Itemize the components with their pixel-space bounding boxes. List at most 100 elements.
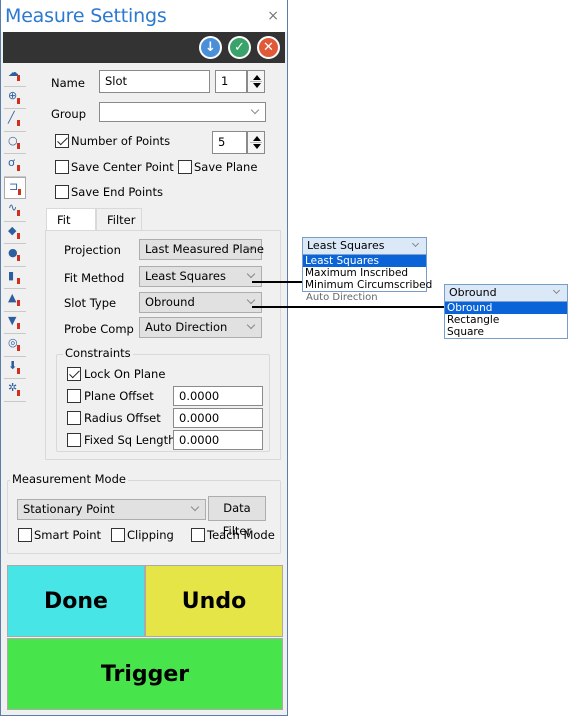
undo-label: Undo <box>181 588 247 614</box>
fixed-sq-length-input[interactable]: 0.0000 <box>173 430 263 450</box>
fit-method-popup-selected[interactable]: Least Squares <box>303 238 426 255</box>
sidebar-item-torus[interactable]: ◎ <box>4 334 26 357</box>
curve-icon: ∿ <box>8 201 18 214</box>
smart-point-checkbox[interactable] <box>18 528 32 542</box>
red-arrow-icon <box>17 345 20 351</box>
red-arrow-icon <box>17 390 20 396</box>
title-bar: Measure Settings × <box>1 0 287 32</box>
sidebar-item-polygon[interactable]: ✲ <box>4 379 26 402</box>
undo-button[interactable]: Undo <box>145 565 283 637</box>
fixed-sq-length-label: Fixed Sq Length <box>84 433 176 447</box>
measure-settings-window: Measure Settings × ↓ ✓ ✕ ☁ ⊕ ╱ ○ ơ ⊐ ∿ ◆ ● ▮ ▲ ▼ ◎ ⬇ ✲… <box>0 0 288 716</box>
probe-comp-label: Probe Comp <box>64 322 134 336</box>
edge-point-icon: ⬇ <box>8 358 18 372</box>
lock-on-plane-label: Lock On Plane <box>84 367 166 381</box>
red-arrow-icon <box>17 367 20 374</box>
slot-type-dropdown[interactable]: Obround <box>139 292 262 313</box>
sidebar-item-line[interactable]: ╱ <box>4 109 26 132</box>
measurement-mode-value: Stationary Point <box>23 502 115 516</box>
data-filter-button[interactable]: Data Filter <box>208 496 266 538</box>
slot-type-dropdown-popup: Obround Obround Rectangle Square <box>444 284 568 339</box>
slot-type-popup-selected[interactable]: Obround <box>445 285 567 302</box>
save-end-points-checkbox[interactable] <box>55 185 69 199</box>
sidebar-item-slot[interactable]: ⊐ <box>4 176 26 199</box>
group-dropdown[interactable] <box>99 102 266 122</box>
fixed-sq-length-checkbox[interactable] <box>67 433 81 447</box>
plane-offset-input[interactable]: 0.0000 <box>173 386 263 406</box>
feature-type-sidebar: ☁ ⊕ ╱ ○ ơ ⊐ ∿ ◆ ● ▮ ▲ ▼ ◎ ⬇ ✲ <box>4 64 26 402</box>
name-index-input[interactable]: 1 <box>215 70 247 93</box>
sidebar-item-flat-cone[interactable]: ▼ <box>4 312 26 334</box>
tab-fit-label: Fit <box>57 213 71 227</box>
download-button[interactable]: ↓ <box>199 36 222 59</box>
sidebar-item-point[interactable]: ⊕ <box>4 87 26 109</box>
measurement-mode-group: Measurement Mode Stationary Point Data F… <box>7 472 281 554</box>
number-of-points-label: Number of Points <box>71 134 171 148</box>
radius-offset-input[interactable]: 0.0000 <box>173 408 263 428</box>
red-arrow-icon <box>17 210 20 216</box>
accept-button[interactable]: ✓ <box>228 36 251 59</box>
radius-offset-checkbox[interactable] <box>67 411 81 425</box>
name-index-spinner[interactable] <box>247 70 265 93</box>
slot-type-option-rectangle[interactable]: Rectangle <box>445 314 567 326</box>
cancel-button[interactable]: ✕ <box>257 36 280 59</box>
sidebar-item-cylinder[interactable]: ▮ <box>4 267 26 289</box>
fit-method-label: Fit Method <box>64 271 125 285</box>
fit-method-option-minimum-circumscribed[interactable]: Minimum Circumscribed <box>303 279 432 291</box>
slot-type-popup-selected-value: Obround <box>449 286 497 299</box>
number-of-points-checkbox[interactable] <box>55 134 69 148</box>
name-input[interactable]: Slot <box>99 70 210 93</box>
probe-comp-value: Auto Direction <box>145 320 228 334</box>
sidebar-item-circle[interactable]: ○ <box>4 132 26 154</box>
clipping-checkbox[interactable] <box>111 528 125 542</box>
teach-mode-label: Teach Mode <box>207 528 275 542</box>
number-of-points-input[interactable]: 5 <box>212 131 247 154</box>
red-arrow-icon <box>17 255 20 261</box>
save-center-point-checkbox[interactable] <box>55 160 69 174</box>
slot-type-option-square[interactable]: Square <box>445 326 567 338</box>
tab-filter-label: Filter <box>107 213 136 227</box>
chevron-down-icon <box>190 502 200 512</box>
lock-on-plane-checkbox[interactable] <box>67 367 81 381</box>
sidebar-item-auto-feature[interactable]: ☁ <box>4 64 26 87</box>
group-label: Group <box>51 107 87 121</box>
clipping-label: Clipping <box>127 528 174 542</box>
plane-offset-checkbox[interactable] <box>67 389 81 403</box>
sidebar-item-edge-point[interactable]: ⬇ <box>4 357 26 379</box>
cone-icon: ▲ <box>8 291 17 304</box>
teach-mode-checkbox[interactable] <box>191 528 205 542</box>
sidebar-item-curve[interactable]: ∿ <box>4 199 26 222</box>
sidebar-item-ellipse[interactable]: ơ <box>4 154 26 177</box>
slot-type-callout-line <box>252 306 445 308</box>
slot-type-option-obround[interactable]: Obround <box>445 302 567 314</box>
sidebar-item-sphere[interactable]: ● <box>4 244 26 267</box>
chevron-down-icon <box>246 269 256 279</box>
sidebar-item-plane[interactable]: ◆ <box>4 222 26 244</box>
close-icon[interactable]: × <box>267 8 279 24</box>
name-label: Name <box>51 76 85 90</box>
done-button[interactable]: Done <box>7 565 145 637</box>
measurement-mode-title: Measurement Mode <box>10 472 128 486</box>
sidebar-item-cone[interactable]: ▲ <box>4 289 26 312</box>
x-circle-icon: ✕ <box>263 40 274 55</box>
projection-dropdown[interactable]: Last Measured Plane <box>139 239 264 260</box>
constraints-title: Constraints <box>63 346 133 360</box>
projection-label: Projection <box>64 243 121 257</box>
fit-method-dropdown[interactable]: Least Squares <box>139 266 262 287</box>
number-of-points-spinner[interactable] <box>247 131 265 154</box>
red-arrow-icon <box>17 120 20 126</box>
fit-method-option-maximum-inscribed[interactable]: Maximum Inscribed <box>303 267 426 279</box>
plane-icon: ◆ <box>8 223 17 237</box>
tab-filter[interactable]: Filter <box>96 208 142 230</box>
radius-offset-label: Radius Offset <box>84 411 161 425</box>
fit-method-option-least-squares[interactable]: Least Squares <box>303 255 426 267</box>
chevron-down-icon <box>411 239 420 248</box>
tab-fit[interactable]: Fit <box>46 208 96 232</box>
fit-method-callout-line <box>252 281 303 283</box>
probe-comp-dropdown[interactable]: Auto Direction <box>139 317 262 338</box>
measurement-mode-dropdown[interactable]: Stationary Point <box>17 499 206 520</box>
save-plane-checkbox[interactable] <box>178 160 192 174</box>
trigger-button[interactable]: Trigger <box>7 638 283 710</box>
fit-method-popup-selected-value: Least Squares <box>307 239 385 252</box>
slot-type-label: Slot Type <box>64 296 117 310</box>
